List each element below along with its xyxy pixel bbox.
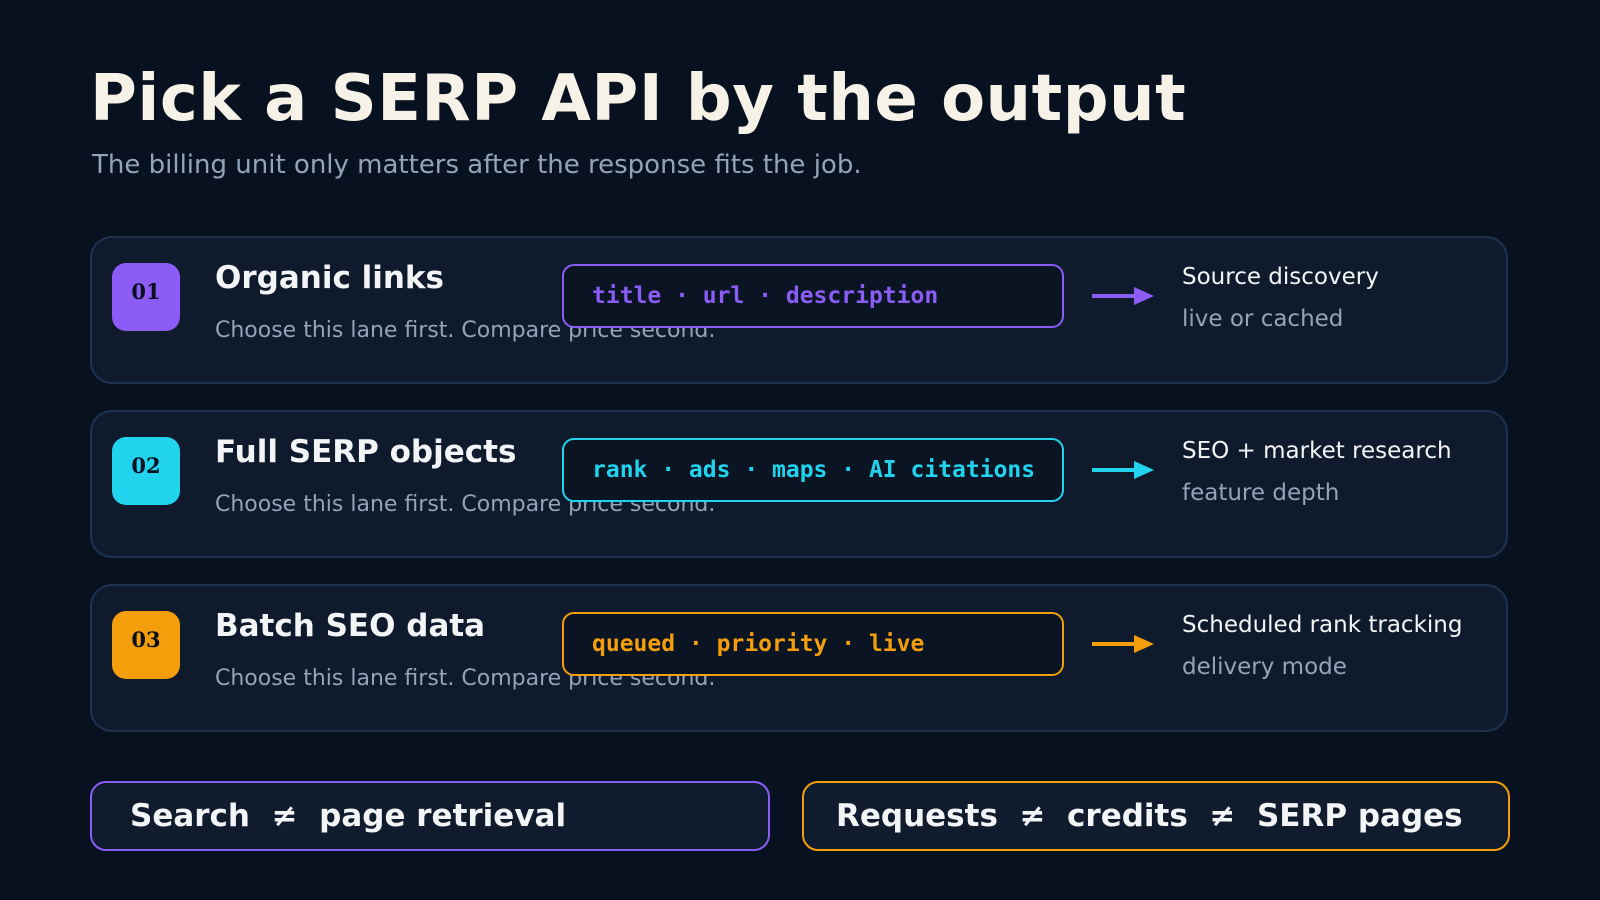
lane-number-badge: 01	[112, 263, 180, 331]
lane-organic-links: 01 Organic links Choose this lane first.…	[90, 236, 1508, 384]
use-case-detail: feature depth	[1182, 480, 1340, 506]
arrow-right-icon	[1092, 461, 1154, 479]
output-fields-chip: queued · priority · live	[562, 612, 1064, 676]
page-title: Pick a SERP API by the output	[90, 62, 1187, 136]
use-case-detail: live or cached	[1182, 306, 1344, 332]
use-case: SEO + market research	[1182, 438, 1452, 464]
lane-batch-seo-data: 03 Batch SEO data Choose this lane first…	[90, 584, 1508, 732]
use-case: Source discovery	[1182, 264, 1379, 290]
lane-title: Full SERP objects	[215, 434, 517, 470]
output-fields-chip: rank · ads · maps · AI citations	[562, 438, 1064, 502]
page-subtitle: The billing unit only matters after the …	[92, 150, 862, 180]
lane-title: Organic links	[215, 260, 445, 296]
footer-callout-billing: Requests ≠ credits ≠ SERP pages	[802, 781, 1510, 851]
use-case-detail: delivery mode	[1182, 654, 1347, 680]
arrow-right-icon	[1092, 635, 1154, 653]
lane-number-badge: 03	[112, 611, 180, 679]
lane-number-badge: 02	[112, 437, 180, 505]
use-case: Scheduled rank tracking	[1182, 612, 1463, 638]
output-fields-chip: title · url · description	[562, 264, 1064, 328]
lane-title: Batch SEO data	[215, 608, 486, 644]
lane-full-serp-objects: 02 Full SERP objects Choose this lane fi…	[90, 410, 1508, 558]
footer-callout-search: Search ≠ page retrieval	[90, 781, 770, 851]
arrow-right-icon	[1092, 287, 1154, 305]
